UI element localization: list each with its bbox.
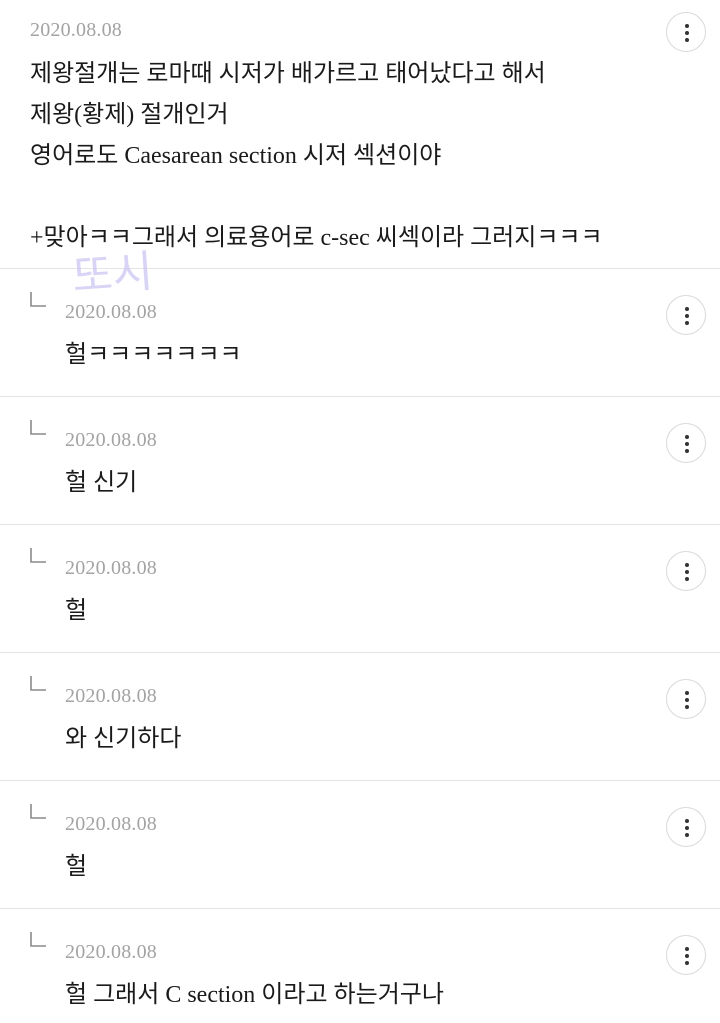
comment-date: 2020.08.08 [65, 813, 157, 835]
more-vertical-icon [685, 691, 689, 709]
reply-item: 2020.08.08 헐 신기 [0, 397, 720, 525]
comment-text: 헐ㅋㅋㅋㅋㅋㅋㅋ [65, 342, 242, 368]
comment-text: 헐 신기 [65, 470, 138, 496]
more-options-button[interactable] [666, 935, 706, 975]
more-vertical-icon [685, 563, 689, 581]
more-options-button[interactable] [666, 12, 706, 52]
more-vertical-icon [685, 24, 689, 42]
comment-date: 2020.08.08 [65, 557, 157, 579]
reply-item: 2020.08.08 헐 [0, 781, 720, 909]
comment-date: 2020.08.08 [65, 685, 157, 707]
handwritten-watermark: 또시 [70, 246, 155, 303]
comment-text: 헐 [65, 854, 88, 880]
more-options-button[interactable] [666, 551, 706, 591]
comment-date: 2020.08.08 [65, 429, 157, 451]
comment-text: 와 신기하다 [65, 726, 182, 752]
reply-item: 2020.08.08 헐 [0, 525, 720, 653]
comment-date: 2020.08.08 [65, 941, 157, 963]
more-vertical-icon [685, 435, 689, 453]
reply-arrow-icon [30, 676, 46, 691]
reply-arrow-icon [30, 932, 46, 947]
more-options-button[interactable] [666, 807, 706, 847]
comment-date: 2020.08.08 [30, 19, 122, 41]
more-vertical-icon [685, 819, 689, 837]
more-vertical-icon [685, 307, 689, 325]
reply-arrow-icon [30, 420, 46, 435]
reply-item: 2020.08.08 헐 그래서 C section 이라고 하는거구나 [0, 909, 720, 1023]
more-options-button[interactable] [666, 295, 706, 335]
reply-arrow-icon [30, 804, 46, 819]
more-options-button[interactable] [666, 679, 706, 719]
comment-text: 헐 그래서 C section 이라고 하는거구나 [65, 982, 444, 1008]
reply-item: 2020.08.08 와 신기하다 [0, 653, 720, 781]
reply-arrow-icon [30, 548, 46, 563]
more-options-button[interactable] [666, 423, 706, 463]
more-vertical-icon [685, 947, 689, 965]
comment-item: 2020.08.08 제왕절개는 로마때 시저가 배가르고 태어났다고 해서 제… [0, 0, 720, 269]
reply-arrow-icon [30, 292, 46, 307]
comment-text: 제왕절개는 로마때 시저가 배가르고 태어났다고 해서 제왕(황제) 절개인거 … [30, 61, 603, 251]
comment-text: 헐 [65, 598, 88, 624]
